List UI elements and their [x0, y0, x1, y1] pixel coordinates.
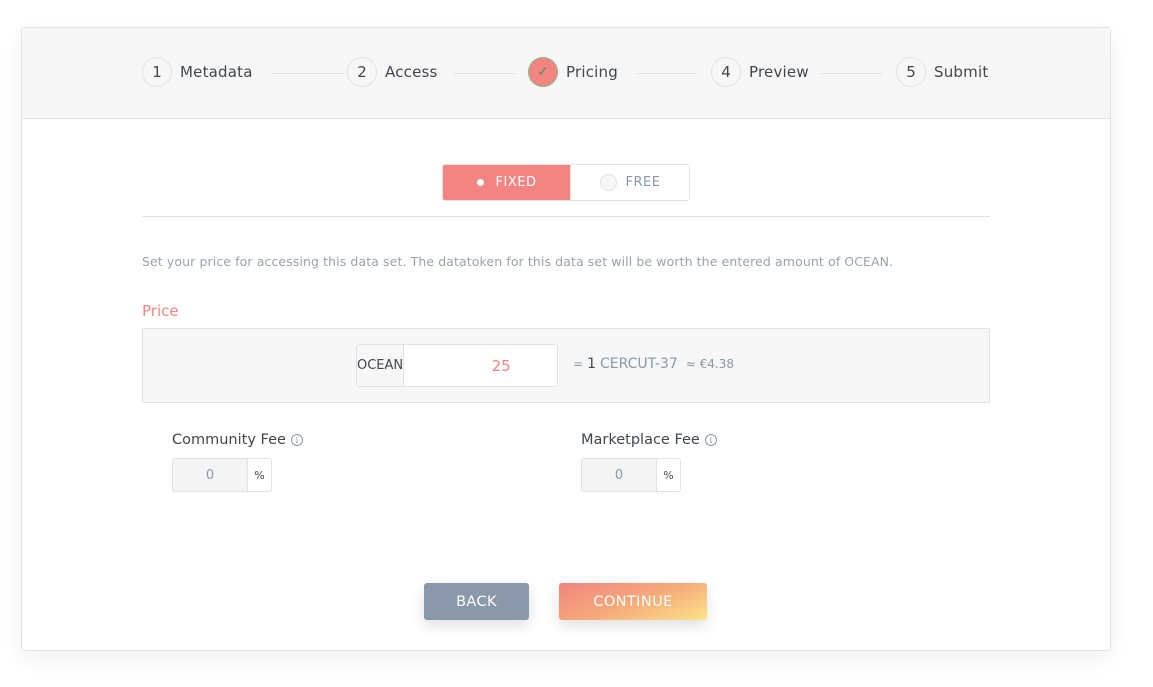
back-button[interactable]: BACK	[424, 583, 529, 620]
step-submit[interactable]: 5 Submit	[896, 57, 988, 87]
community-fee-field: Community Fee i %	[172, 432, 303, 492]
pricing-option-free[interactable]: FREE	[570, 165, 689, 200]
price-panel: OCEAN = 1 CERCUT-37 ≈ €4.38	[142, 328, 990, 403]
fiat-estimate: ≈ €4.38	[685, 357, 735, 371]
checkmark-icon: ✓	[528, 57, 558, 87]
step-connector	[637, 73, 697, 74]
step-metadata[interactable]: 1 Metadata	[142, 57, 253, 87]
step-pricing[interactable]: ✓ Pricing	[528, 57, 618, 87]
price-conversion: = 1 CERCUT-37 ≈ €4.38	[573, 356, 734, 372]
price-input[interactable]	[404, 345, 557, 386]
community-fee-label: Community Fee	[172, 432, 286, 448]
marketplace-fee-input-group: %	[581, 458, 681, 492]
radio-selected-icon	[476, 179, 484, 186]
info-icon[interactable]: i	[704, 434, 717, 446]
pricing-option-fixed[interactable]: FIXED	[443, 165, 570, 200]
marketplace-fee-label-row: Marketplace Fee i	[581, 432, 717, 448]
step-label: Pricing	[566, 63, 618, 81]
datatoken-amount: 1	[587, 356, 596, 372]
price-input-group: OCEAN	[356, 344, 558, 387]
step-access[interactable]: 2 Access	[347, 57, 438, 87]
continue-button[interactable]: CONTINUE	[559, 583, 707, 620]
option-label: FIXED	[495, 175, 537, 190]
step-label: Metadata	[180, 63, 253, 81]
step-connector	[820, 73, 882, 74]
pricing-type-toggle: FIXED FREE	[442, 164, 690, 201]
marketplace-fee-input[interactable]	[582, 459, 657, 491]
step-label: Access	[385, 63, 438, 81]
step-preview[interactable]: 4 Preview	[711, 57, 809, 87]
pricing-help-text: Set your price for accessing this data s…	[142, 254, 894, 269]
step-label: Preview	[749, 63, 809, 81]
marketplace-fee-field: Marketplace Fee i %	[581, 432, 717, 492]
community-fee-label-row: Community Fee i	[172, 432, 303, 448]
step-label: Submit	[934, 63, 989, 81]
step-number: 1	[142, 57, 172, 87]
step-number: 4	[711, 57, 741, 87]
datatoken-symbol: CERCUT-37	[599, 356, 678, 372]
percent-unit: %	[657, 459, 680, 491]
option-label: FREE	[625, 175, 661, 190]
community-fee-input-group: %	[172, 458, 272, 492]
marketplace-fee-label: Marketplace Fee	[581, 432, 700, 448]
step-number: 2	[347, 57, 377, 87]
community-fee-input[interactable]	[173, 459, 248, 491]
step-connector	[454, 73, 516, 74]
step-connector	[272, 73, 344, 74]
radio-unselected-icon	[599, 174, 617, 191]
currency-tag: OCEAN	[357, 345, 405, 386]
step-number: 5	[896, 57, 926, 87]
stepper: 1 Metadata 2 Access ✓ Pricing 4 Preview …	[22, 28, 1110, 119]
info-icon[interactable]: i	[290, 434, 303, 446]
percent-unit: %	[248, 459, 271, 491]
divider	[142, 216, 990, 217]
publish-form-card: 1 Metadata 2 Access ✓ Pricing 4 Preview …	[21, 27, 1111, 651]
equals-sign: =	[573, 357, 584, 371]
price-label: Price	[142, 302, 179, 320]
